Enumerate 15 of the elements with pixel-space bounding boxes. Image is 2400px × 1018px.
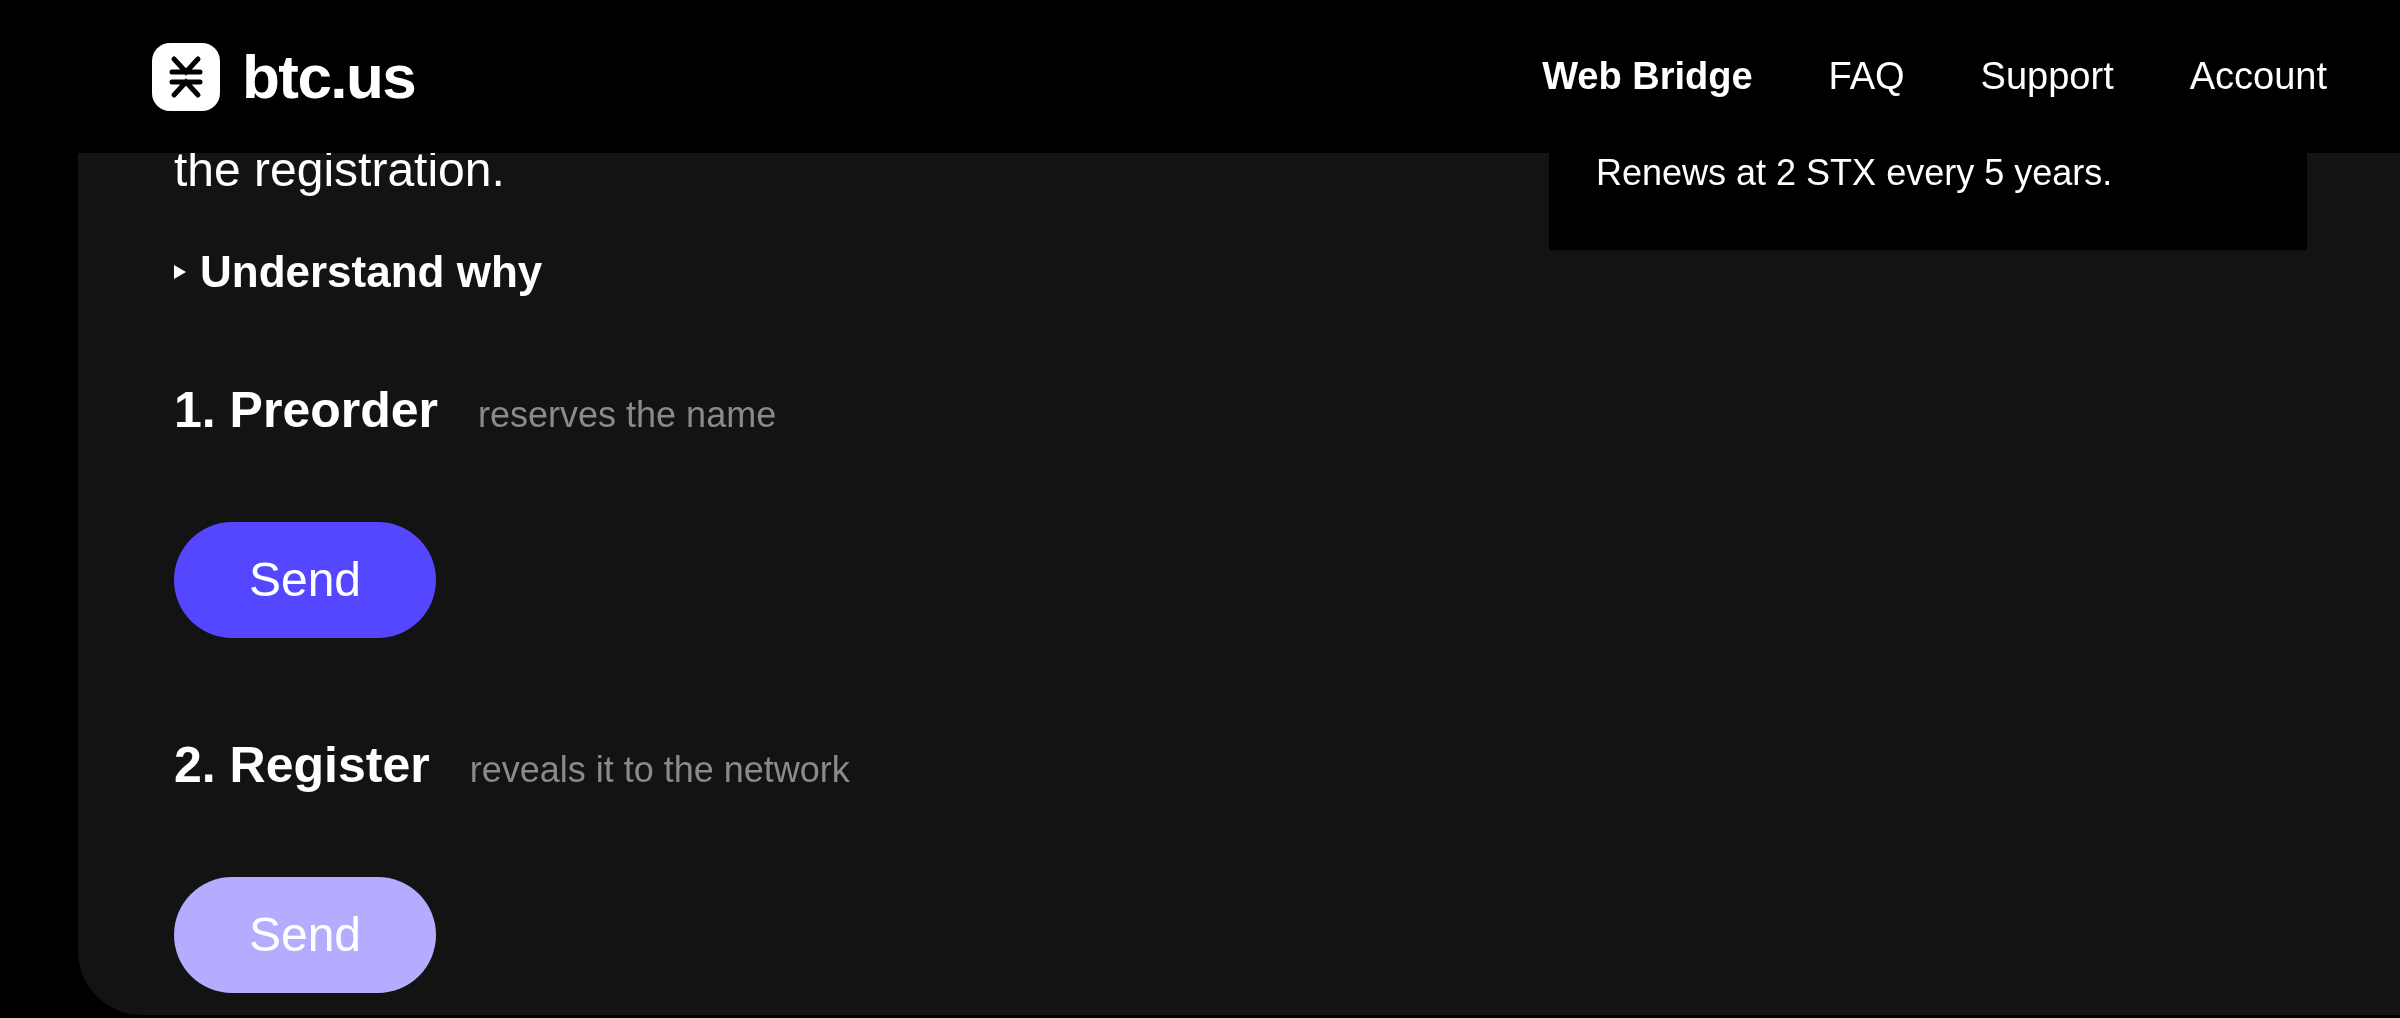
step-hint: reserves the name (478, 393, 777, 437)
nav-link[interactable]: FAQ (1828, 48, 1905, 105)
brand-name[interactable]: btc.us (242, 30, 416, 123)
nav-link[interactable]: Web Bridge (1542, 48, 1753, 105)
triangle-icon (174, 265, 186, 279)
understand-why-toggle[interactable]: Understand why (174, 244, 543, 300)
renewal-text: Renews at 2 STX every 5 years. (1596, 151, 2113, 195)
step-title: 1. Preorder (174, 381, 438, 440)
logo-icon (152, 42, 220, 111)
intro-text: the registration. (174, 142, 505, 198)
step-title: 2. Register (174, 736, 430, 795)
send-button[interactable]: Send (174, 522, 436, 638)
nav-link[interactable]: Support (1980, 48, 2114, 105)
nav-link[interactable]: Account (2189, 48, 2327, 105)
step-hint: reveals it to the network (469, 748, 850, 792)
